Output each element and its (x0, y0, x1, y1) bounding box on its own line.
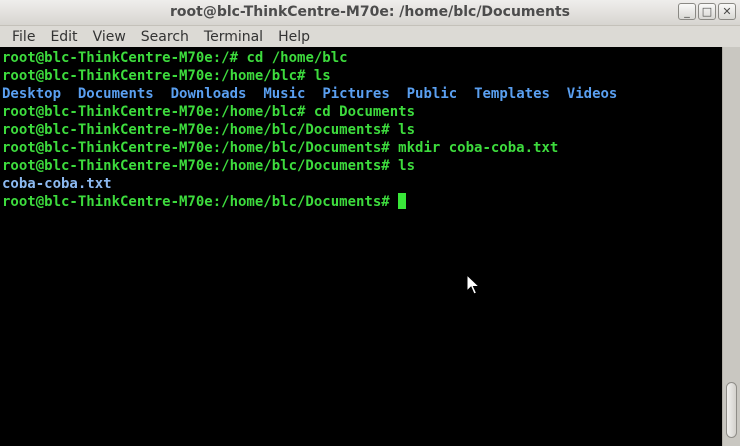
shell-command: ls (398, 158, 416, 174)
scrollbar-thumb[interactable] (726, 382, 737, 438)
shell-command: mkdir coba-coba.txt (398, 140, 559, 156)
menu-file[interactable]: File (0, 27, 42, 47)
terminal-line: root@blc-ThinkCentre-M70e:/home/blc/Docu… (2, 157, 617, 175)
mouse-pointer-icon (466, 274, 480, 295)
close-button[interactable]: ✕ (718, 3, 736, 20)
title-bar[interactable]: root@blc-ThinkCentre-M70e: /home/blc/Doc… (0, 0, 740, 26)
terminal-window: root@blc-ThinkCentre-M70e: /home/blc/Doc… (0, 0, 740, 446)
directory-entry: Downloads (170, 86, 247, 102)
text-cursor (398, 193, 407, 209)
directory-entry: Music (263, 86, 306, 102)
menu-edit[interactable]: Edit (42, 27, 84, 47)
shell-prompt: root@blc-ThinkCentre-M70e:/# (2, 50, 247, 66)
terminal-line: root@blc-ThinkCentre-M70e:/home/blc# cd … (2, 103, 617, 121)
vertical-scrollbar[interactable] (722, 47, 740, 446)
menu-view[interactable]: View (85, 27, 133, 47)
menu-terminal[interactable]: Terminal (196, 27, 270, 47)
directory-entry: Desktop (2, 86, 62, 102)
menu-search[interactable]: Search (133, 27, 196, 47)
shell-command: cd /home/blc (246, 50, 348, 66)
terminal-line: root@blc-ThinkCentre-M70e:/home/blc# ls (2, 67, 617, 85)
directory-entry: Templates (474, 86, 550, 102)
terminal-output[interactable]: root@blc-ThinkCentre-M70e:/# cd /home/bl… (0, 47, 722, 446)
window-title: root@blc-ThinkCentre-M70e: /home/blc/Doc… (169, 4, 571, 20)
terminal-lines: root@blc-ThinkCentre-M70e:/# cd /home/bl… (2, 49, 617, 211)
directory-entry: Pictures (322, 86, 390, 102)
directory-entry: Documents (77, 86, 154, 102)
shell-prompt: root@blc-ThinkCentre-M70e:/home/blc/Docu… (2, 194, 399, 210)
menu-bar: File Edit View Search Terminal Help (0, 26, 740, 47)
maximize-button[interactable]: □ (698, 3, 716, 20)
shell-prompt: root@blc-ThinkCentre-M70e:/home/blc/Docu… (2, 140, 399, 156)
terminal-line: root@blc-ThinkCentre-M70e:/home/blc/Docu… (2, 139, 617, 157)
terminal-line: root@blc-ThinkCentre-M70e:/# cd /home/bl… (2, 49, 617, 67)
window-controls: _ □ ✕ (678, 3, 736, 20)
terminal-line: root@blc-ThinkCentre-M70e:/home/blc/Docu… (2, 193, 617, 211)
directory-entry: Videos (566, 86, 618, 102)
terminal-line: root@blc-ThinkCentre-M70e:/home/blc/Docu… (2, 121, 617, 139)
shell-prompt: root@blc-ThinkCentre-M70e:/home/blc/Docu… (2, 158, 399, 174)
terminal-line: coba-coba.txt (2, 175, 617, 193)
minimize-button[interactable]: _ (678, 3, 696, 20)
shell-prompt: root@blc-ThinkCentre-M70e:/home/blc/Docu… (2, 122, 399, 138)
terminal-line: Desktop Documents Downloads Music Pictur… (2, 85, 617, 103)
shell-prompt: root@blc-ThinkCentre-M70e:/home/blc# (2, 68, 314, 84)
shell-command: ls (313, 68, 331, 84)
shell-prompt: root@blc-ThinkCentre-M70e:/home/blc# (2, 104, 314, 120)
shell-command: ls (398, 122, 416, 138)
shell-command: cd Documents (313, 104, 416, 120)
directory-entry: Public (406, 86, 458, 102)
file-entry: coba-coba.txt (2, 176, 112, 192)
menu-help[interactable]: Help (270, 27, 317, 47)
